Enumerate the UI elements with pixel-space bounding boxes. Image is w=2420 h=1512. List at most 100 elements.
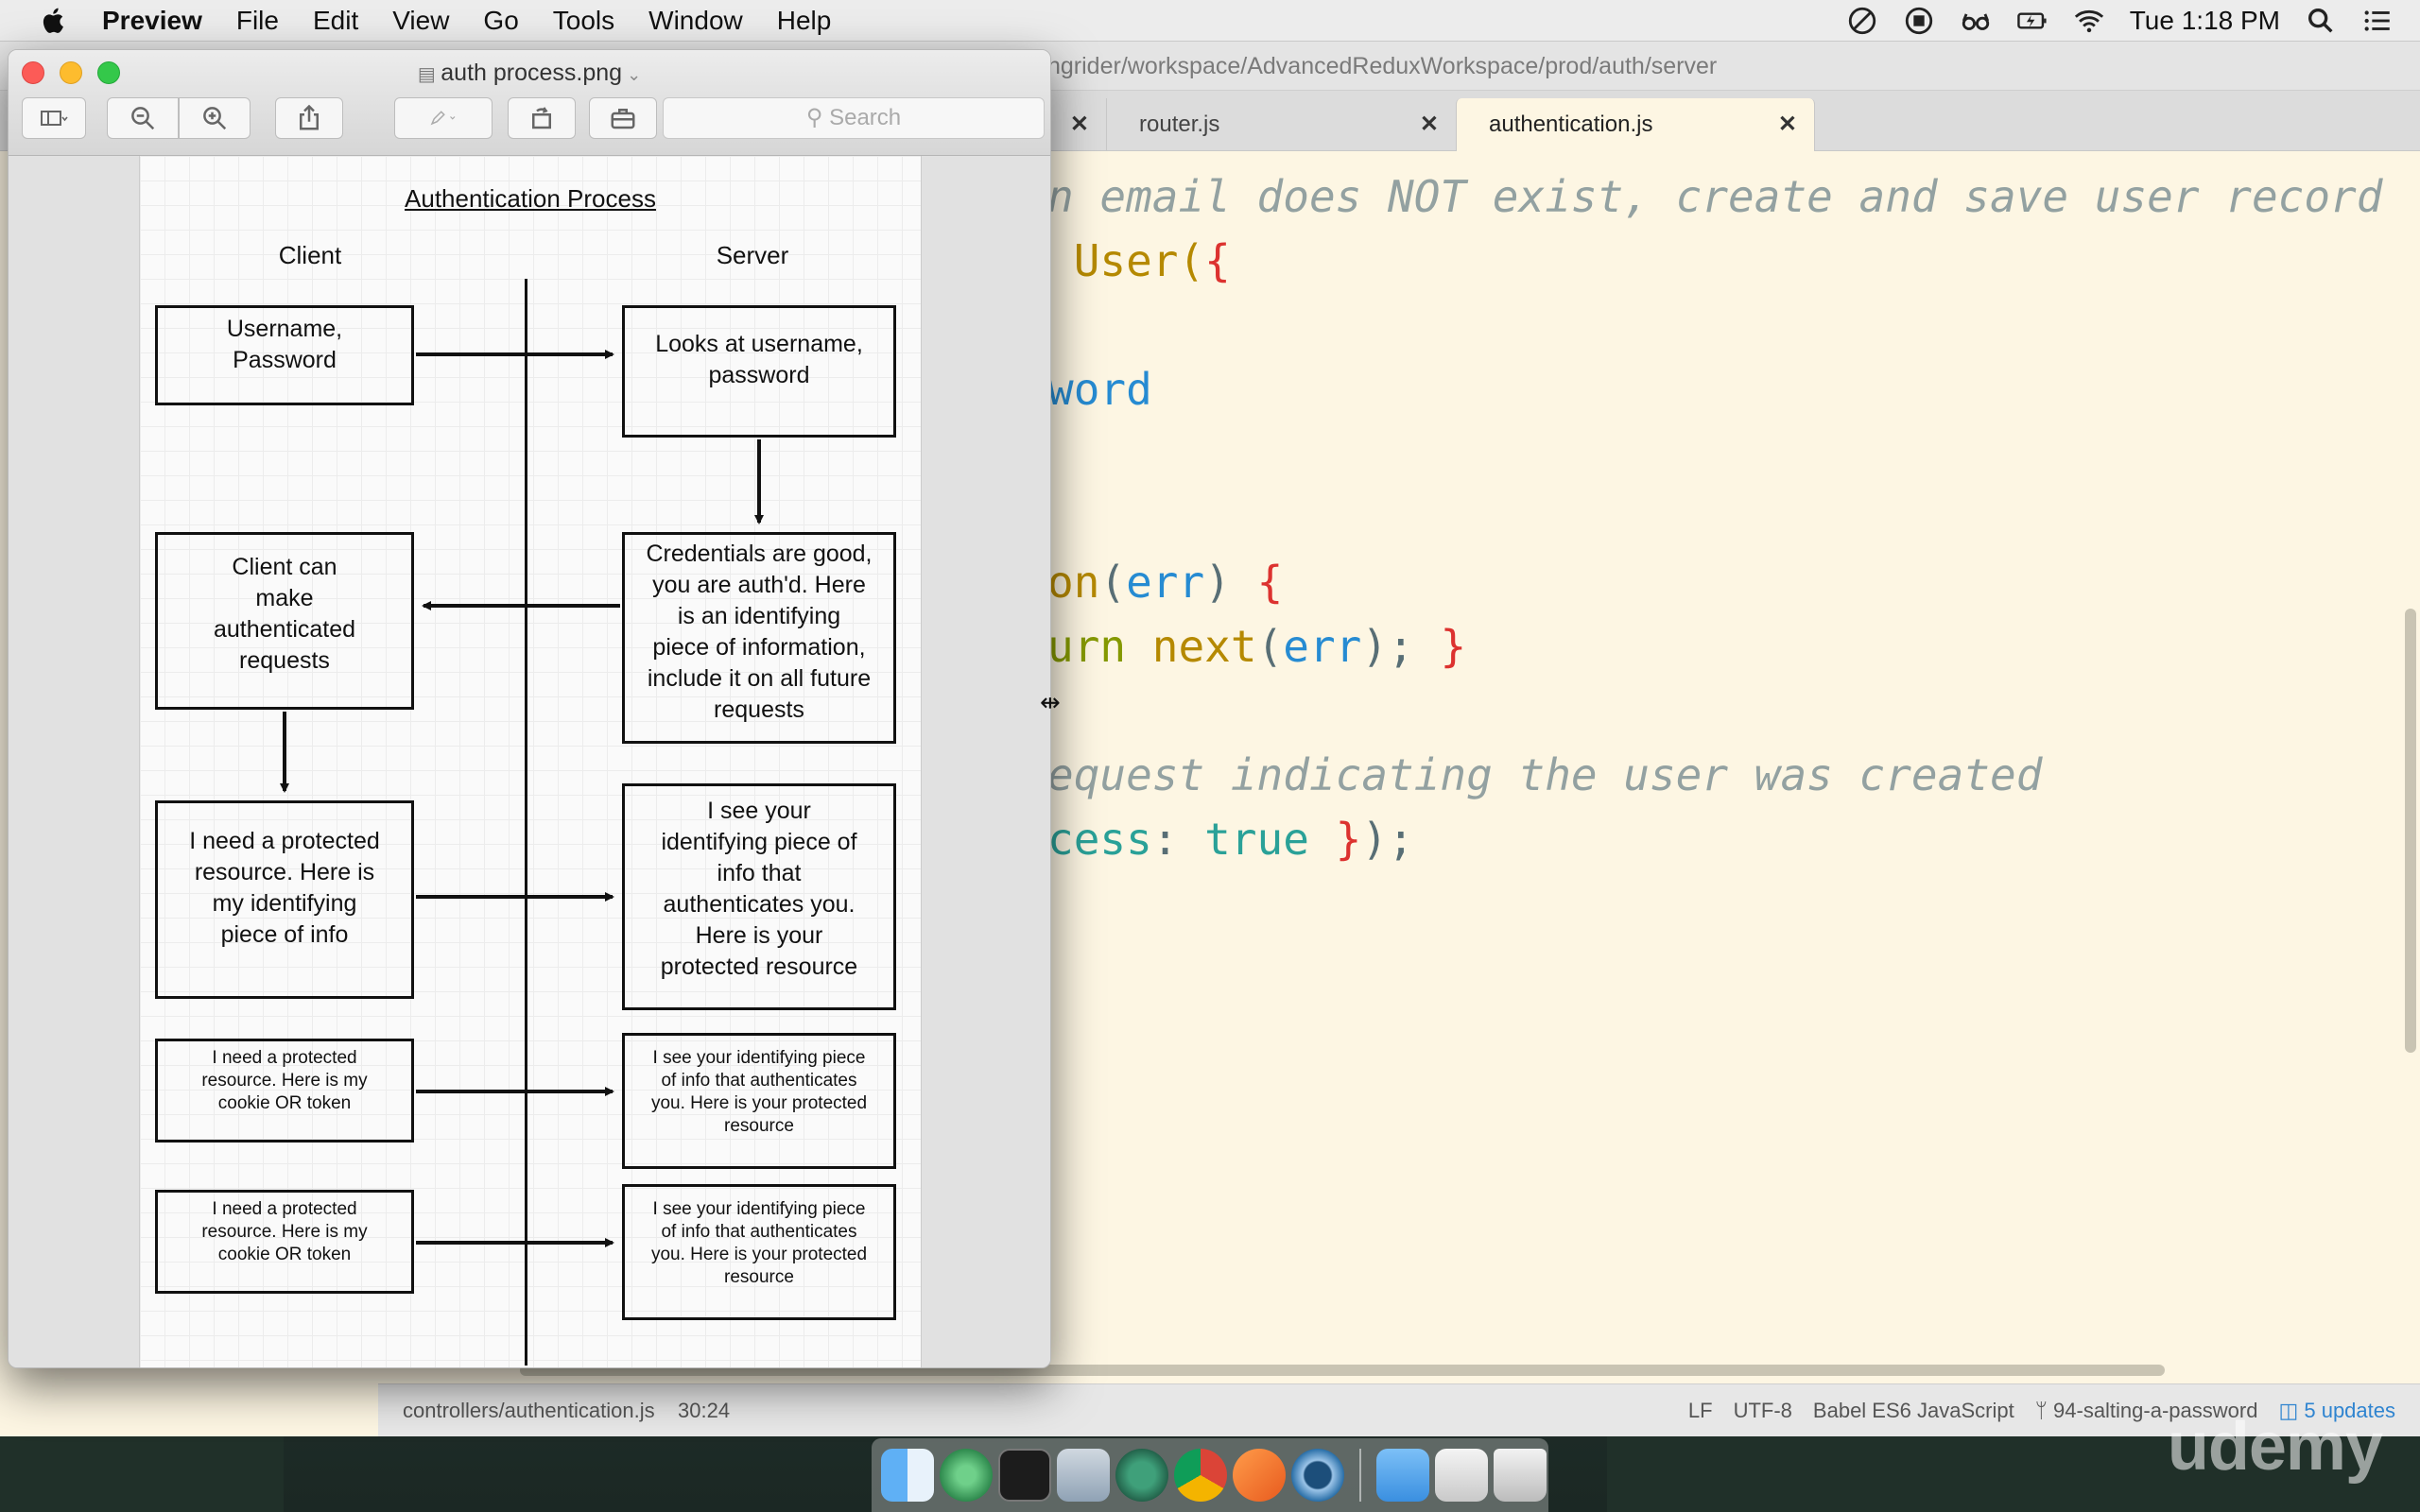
zoom-out-button[interactable]	[107, 97, 179, 139]
diagram-image: Authentication Process Client Server Use…	[139, 156, 922, 1367]
terminal-icon[interactable]	[998, 1449, 1051, 1502]
share-button[interactable]	[275, 97, 343, 139]
menu-help[interactable]: Help	[777, 6, 832, 36]
code-token: on	[1047, 557, 1100, 608]
status-encoding[interactable]: UTF-8	[1734, 1384, 1792, 1437]
code-line[interactable]: n email does NOT exist, create and save …	[1047, 164, 2382, 229]
rotate-button[interactable]	[508, 97, 576, 139]
code-line[interactable]: urn next(err); }	[1047, 614, 2382, 679]
code-token: err	[1283, 621, 1362, 672]
sidebar-toggle-button[interactable]	[22, 97, 86, 139]
code-token: :	[1151, 814, 1205, 865]
wifi-icon[interactable]	[2073, 5, 2105, 37]
close-tab-icon[interactable]: ✕	[1778, 98, 1797, 151]
search-placeholder: Search	[829, 105, 902, 130]
finder-icon[interactable]	[881, 1449, 934, 1502]
chrome-icon[interactable]	[1174, 1449, 1227, 1502]
rotate-icon	[532, 107, 551, 129]
record-icon[interactable]	[1903, 5, 1935, 37]
battery-icon[interactable]	[2016, 5, 2048, 37]
trash-icon[interactable]	[1494, 1449, 1547, 1502]
menu-app-name[interactable]: Preview	[102, 6, 202, 36]
code-token: User(	[1047, 235, 1205, 286]
spotlight-search-icon[interactable]	[2305, 5, 2337, 37]
code-token: );	[1361, 814, 1414, 865]
code-token: )	[1204, 557, 1257, 608]
preview-window: ▤ auth process.png ⌄ ⚲ Search Authentica…	[8, 49, 1051, 1368]
close-tab-icon[interactable]: ✕	[1070, 98, 1089, 151]
code-line[interactable]: on(err) {	[1047, 550, 2382, 614]
chevron-down-icon[interactable]: ⌄	[622, 65, 641, 84]
code-token: }	[1308, 814, 1362, 865]
code-token: true	[1204, 814, 1309, 865]
status-cursor-position[interactable]: 30:24	[678, 1399, 730, 1422]
code-line[interactable]: equest indicating the user was created	[1047, 743, 2382, 807]
code-token: next	[1151, 621, 1257, 672]
preview-app-icon[interactable]	[1057, 1449, 1110, 1502]
clock[interactable]: Tue 1:18 PM	[2130, 6, 2280, 36]
preview-content-area[interactable]: Authentication Process Client Server Use…	[9, 156, 1050, 1367]
menu-tools[interactable]: Tools	[553, 6, 614, 36]
menu-view[interactable]: View	[392, 6, 449, 36]
zoom-out-icon	[131, 107, 155, 130]
downloads-stack-icon[interactable]	[1435, 1449, 1488, 1502]
code-line[interactable]: User({	[1047, 229, 2382, 293]
status-file-path[interactable]: controllers/authentication.js	[403, 1399, 655, 1422]
zoom-in-button[interactable]	[179, 97, 251, 139]
code-line[interactable]	[1047, 486, 2382, 550]
code-line[interactable]	[1047, 293, 2382, 357]
code-line[interactable]	[1047, 679, 2382, 743]
tab-authentication-js[interactable]: authentication.js ✕	[1456, 98, 1815, 151]
code-line[interactable]	[1047, 421, 2382, 486]
menu-file[interactable]: File	[236, 6, 279, 36]
apple-logo-icon[interactable]	[38, 5, 70, 37]
diagram-arrows	[280, 350, 764, 1247]
udemy-watermark: udemy	[2167, 1409, 2383, 1485]
search-field[interactable]: ⚲ Search	[663, 97, 1045, 139]
menu-go[interactable]: Go	[483, 6, 518, 36]
code-token: n email does NOT exist, create and save …	[1047, 171, 2383, 222]
code-token: );	[1361, 621, 1441, 672]
document-icon: ▤	[417, 64, 441, 85]
tab-router-js[interactable]: router.js ✕	[1106, 98, 1456, 151]
tab-label: router.js	[1139, 112, 1220, 137]
search-icon: ⚲	[805, 105, 830, 130]
atom-icon[interactable]	[940, 1449, 993, 1502]
code-line[interactable]: word	[1047, 357, 2382, 421]
status-grammar[interactable]: Babel ES6 JavaScript	[1813, 1384, 2014, 1437]
code-line[interactable]: cess: true });	[1047, 807, 2382, 871]
resize-cursor-icon: ⇹	[1040, 688, 1061, 716]
code-token: word	[1047, 364, 1152, 415]
toolbox-icon	[611, 109, 635, 129]
do-not-disturb-icon[interactable]	[1846, 5, 1878, 37]
code-token: urn	[1047, 621, 1152, 672]
sourcetree-icon[interactable]	[1115, 1449, 1168, 1502]
share-icon	[300, 104, 319, 130]
documents-folder-icon[interactable]	[1376, 1449, 1429, 1502]
menu-window[interactable]: Window	[648, 6, 743, 36]
markup-pen-button[interactable]	[394, 97, 493, 139]
zoom-in-icon	[203, 107, 227, 130]
close-tab-icon[interactable]: ✕	[1420, 98, 1439, 151]
code-token: cess	[1047, 814, 1152, 865]
code-token: {	[1256, 557, 1284, 608]
menu-edit[interactable]: Edit	[313, 6, 358, 36]
code-token: (	[1256, 621, 1284, 672]
code-token: equest indicating the user was created	[1047, 749, 2043, 800]
code-token: err	[1126, 557, 1205, 608]
status-menus: Tue 1:18 PM	[1846, 0, 2394, 42]
code-token: {	[1204, 235, 1231, 286]
code-area[interactable]: n email does NOT exist, create and save …	[1047, 164, 2382, 871]
sketch-icon[interactable]	[1233, 1449, 1286, 1502]
quicktime-icon[interactable]	[1291, 1449, 1344, 1502]
sidebar-icon	[41, 111, 68, 126]
window-title[interactable]: ▤ auth process.png ⌄	[9, 60, 1050, 87]
notification-center-icon[interactable]	[2361, 5, 2394, 37]
tab-label: authentication.js	[1489, 112, 1653, 137]
editor-status-bar: controllers/authentication.js 30:24 LF U…	[378, 1383, 2420, 1436]
markup-toolbox-button[interactable]	[589, 97, 657, 139]
git-branch-icon: ᛘ	[2034, 1399, 2054, 1422]
glasses-icon[interactable]	[1960, 5, 1992, 37]
status-line-ending[interactable]: LF	[1688, 1384, 1713, 1437]
vertical-scrollbar[interactable]	[2405, 609, 2416, 1053]
